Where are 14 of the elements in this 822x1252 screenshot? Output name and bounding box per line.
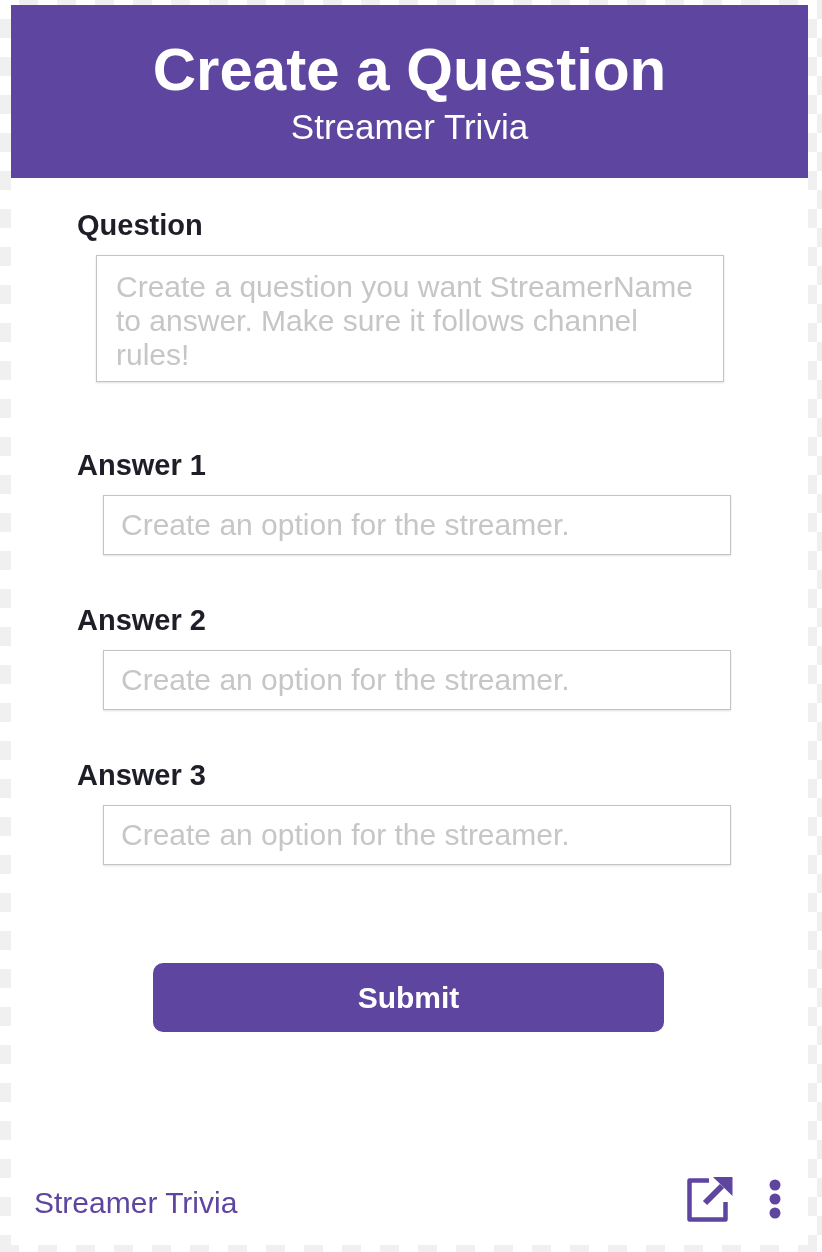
- answer-field[interactable]: Create an option for the streamer.: [103, 805, 731, 865]
- more-icon[interactable]: [768, 1179, 782, 1219]
- submit-button[interactable]: Submit: [153, 963, 664, 1032]
- field-label: Question: [77, 209, 203, 241]
- page-title: Create a Question: [151, 35, 668, 105]
- answer-field[interactable]: Create an option for the streamer.: [103, 495, 731, 555]
- question-field[interactable]: Create a question you want StreamerName to answer. Make sure it follows channel rules!: [96, 255, 724, 382]
- external-link-icon[interactable]: [687, 1176, 733, 1222]
- field-label: Answer 1: [77, 449, 206, 481]
- page-subtitle: Streamer Trivia: [289, 106, 530, 147]
- footer-link[interactable]: Streamer Trivia: [34, 1186, 238, 1220]
- answer-field[interactable]: Create an option for the streamer.: [103, 650, 731, 710]
- field-label: Answer 3: [77, 759, 206, 791]
- field-label: Answer 2: [77, 604, 206, 636]
